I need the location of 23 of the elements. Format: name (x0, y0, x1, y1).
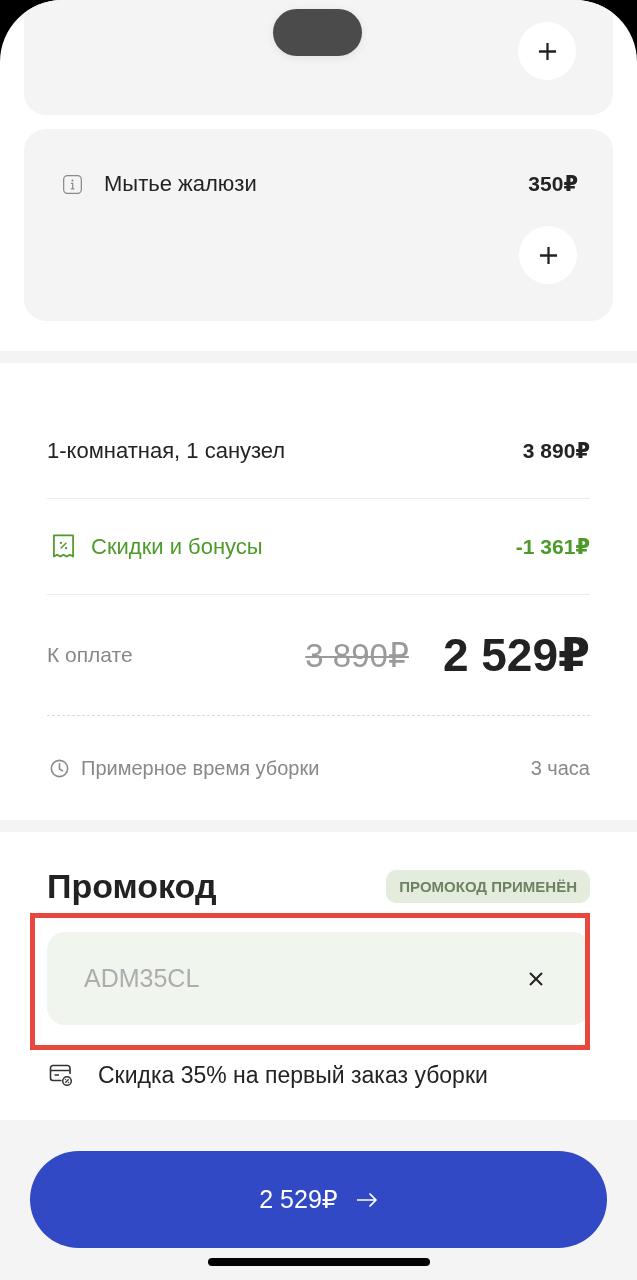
pay-button[interactable]: 2 529₽ (30, 1151, 607, 1248)
plus-icon (537, 41, 557, 61)
promo-note: Скидка 35% на первый заказ уборки (98, 1061, 488, 1089)
promo-title: Промокод (47, 866, 217, 906)
total-price: 2 529₽ (442, 628, 590, 682)
plus-icon (538, 245, 558, 265)
service-price: 350₽ (528, 171, 578, 197)
arrow-right-icon (355, 1191, 378, 1208)
summary-label: 1-комнатная, 1 санузел (47, 437, 286, 464)
old-price: 3 890₽ (305, 635, 409, 675)
time-value: 3 часа (530, 756, 590, 780)
applied-badge: ПРОМОКОД ПРИМЕНЁН (386, 869, 590, 903)
close-icon[interactable] (529, 971, 543, 986)
summary-amount: 3 890₽ (522, 438, 590, 463)
service-name: Мытье жалюзи (104, 171, 258, 197)
clock-icon (50, 758, 69, 778)
discount-amount: -1 361₽ (515, 534, 590, 559)
time-label: Примерное время уборки (81, 756, 320, 780)
discount-label[interactable]: Скидки и бонусы (91, 533, 263, 560)
ticket-percent-icon (49, 1064, 73, 1086)
receipt-percent-icon (52, 534, 75, 559)
total-label: К оплате (47, 643, 133, 667)
info-icon[interactable] (63, 174, 82, 194)
